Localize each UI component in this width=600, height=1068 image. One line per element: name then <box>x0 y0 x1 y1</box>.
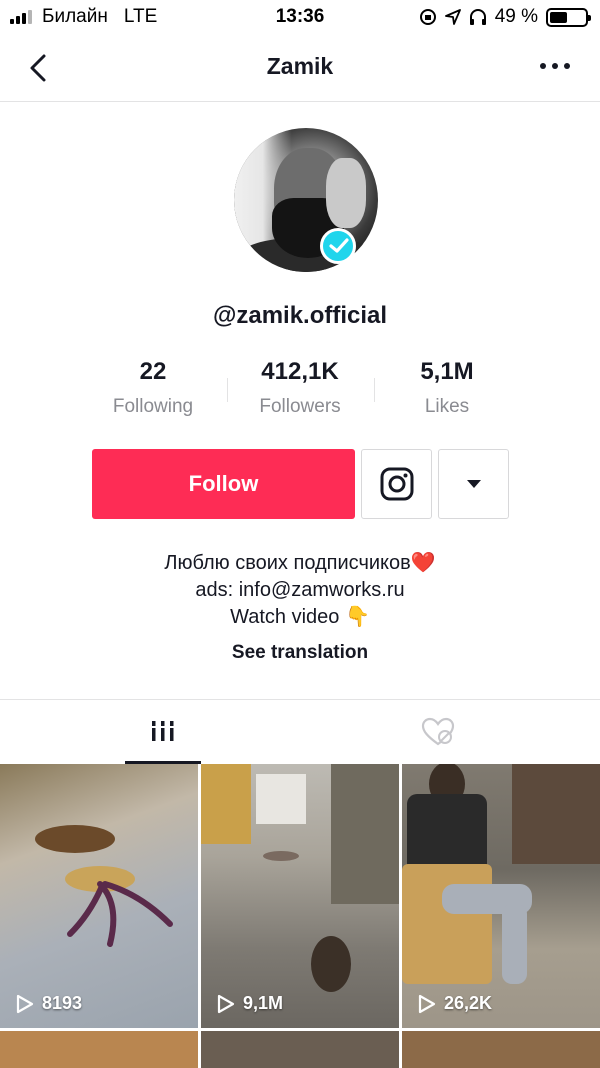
video-thumbnail[interactable] <box>402 1031 600 1068</box>
profile-bio: Люблю своих подписчиков❤️ ads: info@zamw… <box>0 550 600 631</box>
thumbnail-image <box>201 764 399 992</box>
profile-tabs <box>0 699 600 764</box>
battery-icon <box>546 7 591 27</box>
tab-liked-videos[interactable] <box>400 700 476 764</box>
see-translation-link[interactable]: See translation <box>0 642 600 664</box>
username: @zamik.official <box>212 302 388 329</box>
stat-following[interactable]: 22 Following <box>73 358 233 418</box>
view-count: 9,1M <box>217 993 283 1014</box>
view-count: 8193 <box>16 993 82 1014</box>
play-icon <box>217 994 235 1013</box>
location-icon <box>444 9 461 25</box>
bio-line: ads: info@zamworks.ru <box>195 579 405 601</box>
thumbnail-image <box>35 825 173 947</box>
bio-line: Люблю своих подписчиков <box>164 552 411 574</box>
view-count-text: 9,1M <box>243 993 284 1013</box>
video-grid: 8193 9,1M 26,2K <box>0 764 600 1068</box>
bio-line: Watch video <box>230 606 340 628</box>
headphones-icon <box>469 9 486 25</box>
following-label: Following <box>112 396 194 417</box>
verified-badge-icon <box>320 228 356 264</box>
following-count: 22 <box>139 358 167 385</box>
likes-count: 5,1M <box>420 358 474 385</box>
stat-likes: 5,1M Likes <box>367 358 527 418</box>
more-options-icon[interactable] <box>540 56 574 76</box>
video-thumbnail[interactable] <box>201 1031 399 1068</box>
caret-down-icon <box>466 480 481 488</box>
status-bar: Билайн LTE 13:36 49 % <box>0 0 600 34</box>
navigation-bar: Zamik <box>0 34 600 102</box>
video-thumbnail[interactable]: 26,2K <box>402 764 600 1028</box>
instagram-icon <box>380 467 413 501</box>
orientation-lock-icon <box>419 9 436 25</box>
stat-followers[interactable]: 412,1K Followers <box>220 358 380 418</box>
likes-label: Likes <box>424 396 470 417</box>
private-liked-heart-icon <box>421 717 455 746</box>
view-count-text: 26,2K <box>444 993 493 1013</box>
suggested-accounts-button[interactable] <box>438 449 509 519</box>
play-icon <box>418 994 436 1013</box>
followers-count: 412,1K <box>261 358 339 385</box>
avatar <box>234 128 378 272</box>
video-thumbnail[interactable]: 9,1M <box>201 764 399 1028</box>
view-count: 26,2K <box>418 993 492 1014</box>
heart-emoji-icon: ❤️ <box>410 552 436 574</box>
play-icon <box>16 994 34 1013</box>
grid-icon <box>152 720 174 741</box>
view-count-text: 8193 <box>42 993 83 1013</box>
pointing-down-emoji-icon: 👇 <box>344 606 370 628</box>
follow-button[interactable]: Follow <box>92 449 355 519</box>
tab-videos[interactable] <box>125 700 201 764</box>
instagram-button[interactable] <box>361 449 432 519</box>
video-thumbnail[interactable]: 8193 <box>0 764 198 1028</box>
page-title: Zamik <box>266 53 334 79</box>
thumbnail-image <box>402 764 600 984</box>
battery-percent: 49 % <box>494 6 538 27</box>
followers-label: Followers <box>259 396 341 417</box>
video-thumbnail[interactable] <box>0 1031 198 1068</box>
